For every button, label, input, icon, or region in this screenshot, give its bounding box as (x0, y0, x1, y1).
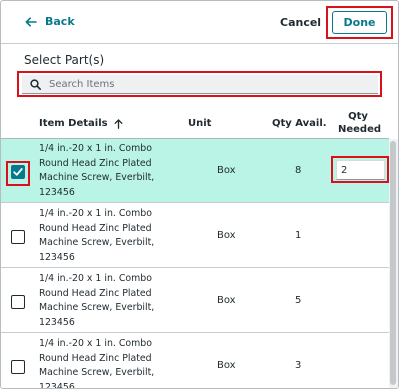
header-bar: Back Cancel Done (1, 1, 398, 43)
back-label: Back (45, 15, 75, 28)
item-details-line: Round Head Zinc Plated (39, 157, 152, 169)
item-details-line: Round Head Zinc Plated (39, 352, 152, 364)
item-details-line: Machine Screw, Everbilt, (39, 367, 155, 378)
table-row[interactable]: 1/4 in.-20 x 1 in. Combo Round Head Zinc… (1, 269, 389, 333)
item-details-line: 123456 (39, 186, 75, 198)
unit-cell: Box (217, 230, 236, 241)
done-button[interactable]: Done (332, 11, 387, 34)
row-checkbox[interactable] (11, 295, 25, 309)
column-header-unit: Unit (188, 118, 212, 129)
item-details-line: Machine Screw, Everbilt, (39, 172, 155, 183)
column-header-item-details[interactable]: Item Details (39, 118, 123, 129)
item-details-line: 1/4 in.-20 x 1 in. Combo (39, 208, 152, 219)
item-details: 1/4 in.-20 x 1 in. Combo Round Head Zinc… (39, 207, 179, 265)
qty-avail-cell: 5 (295, 295, 302, 306)
item-details: 1/4 in.-20 x 1 in. Combo Round Head Zinc… (39, 142, 179, 200)
section-title: Select Part(s) (24, 53, 105, 67)
cancel-button[interactable]: Cancel (280, 16, 321, 29)
column-header-item-details-label: Item Details (39, 118, 108, 129)
checkbox-highlight (6, 161, 30, 186)
item-details-line: 1/4 in.-20 x 1 in. Combo (39, 338, 152, 349)
arrow-up-icon (114, 118, 123, 129)
search-icon (30, 78, 41, 90)
item-details-line: 1/4 in.-20 x 1 in. Combo (39, 143, 152, 154)
unit-cell: Box (217, 360, 236, 371)
unit-cell: Box (217, 295, 236, 306)
item-details-line: Round Head Zinc Plated (39, 222, 152, 234)
header-divider (1, 43, 398, 44)
item-details-line: 1/4 in.-20 x 1 in. Combo (39, 273, 152, 284)
item-details-line: 123456 (39, 316, 75, 328)
scrollbar-thumb[interactable] (390, 141, 396, 385)
item-details-line: Round Head Zinc Plated (39, 287, 152, 299)
done-label: Done (343, 16, 376, 29)
qty-needed-field[interactable] (336, 160, 385, 180)
row-checkbox[interactable] (11, 230, 25, 244)
arrow-left-icon (25, 16, 37, 27)
search-input[interactable] (49, 78, 369, 90)
search-field[interactable] (22, 75, 378, 94)
column-header-qty-needed-line2: Needed (338, 124, 382, 135)
item-details-line: 123456 (39, 381, 75, 389)
item-details: 1/4 in.-20 x 1 in. Combo Round Head Zinc… (39, 272, 179, 330)
item-details: 1/4 in.-20 x 1 in. Combo Round Head Zinc… (39, 337, 179, 389)
column-header-qty-avail: Qty Avail. (272, 118, 327, 129)
qty-avail-cell: 1 (295, 230, 302, 241)
unit-cell: Box (217, 165, 236, 176)
column-header-qty-needed: Qty Needed (338, 110, 382, 136)
column-header-qty-needed-line1: Qty (348, 111, 368, 122)
back-button[interactable]: Back (25, 15, 75, 28)
item-details-line: Machine Screw, Everbilt, (39, 237, 155, 248)
table-row[interactable]: 1/4 in.-20 x 1 in. Combo Round Head Zinc… (1, 204, 389, 268)
row-checkbox[interactable] (11, 360, 25, 374)
item-details-line: Machine Screw, Everbilt, (39, 302, 155, 313)
table-row[interactable]: 1/4 in.-20 x 1 in. Combo Round Head Zinc… (1, 334, 389, 389)
select-parts-panel: Back Cancel Done Select Part(s) Item Det… (0, 0, 399, 389)
qty-needed-input[interactable] (341, 164, 385, 176)
qty-avail-cell: 3 (295, 360, 302, 371)
qty-avail-cell: 8 (295, 165, 302, 176)
item-details-line: 123456 (39, 251, 75, 263)
